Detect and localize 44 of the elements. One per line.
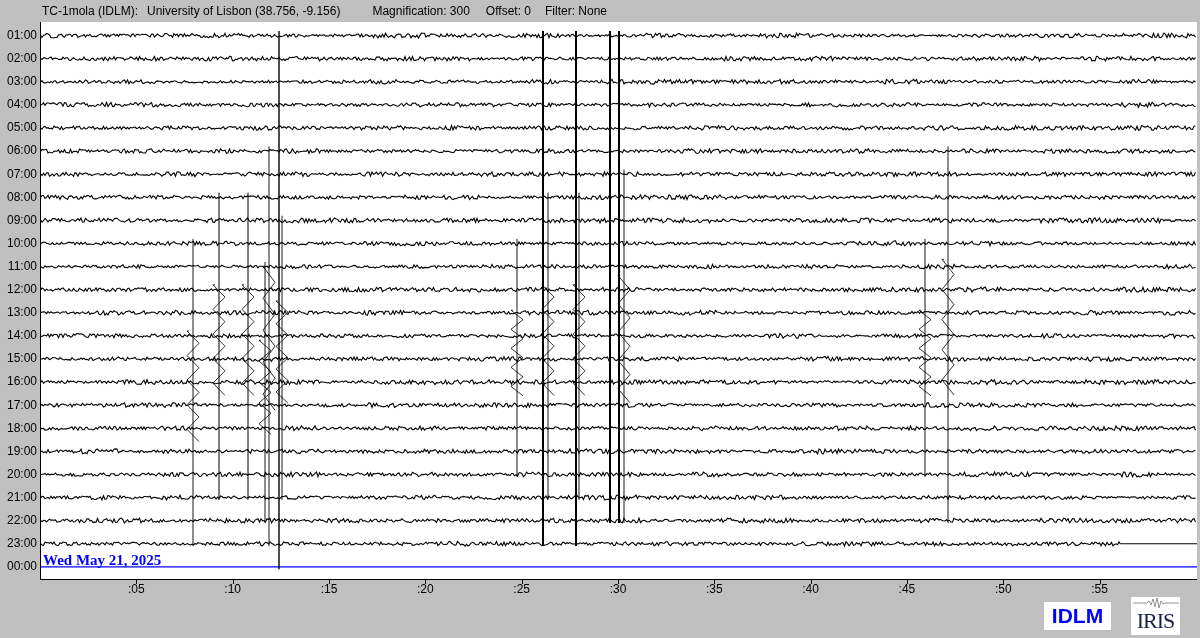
axis-tick-label: :45 [898, 582, 916, 596]
offset-label: Offset: 0 [485, 3, 531, 18]
hour-label: 21:00 [5, 488, 38, 506]
hour-label: 20:00 [5, 465, 38, 483]
axis-tick-label: :10 [224, 582, 241, 596]
hour-label: 14:00 [5, 327, 38, 345]
axis-tick-label: :30 [609, 582, 627, 596]
hour-label: 18:00 [5, 419, 38, 437]
axis-tick-label: :25 [513, 582, 530, 596]
hour-label: 12:00 [5, 281, 38, 299]
hour-label: 05:00 [5, 119, 38, 137]
hour-label: 03:00 [5, 73, 38, 91]
hour-label: 09:00 [5, 211, 38, 229]
hour-label: 19:00 [5, 442, 38, 460]
station-label: TC-1mola (IDLM): [42, 3, 138, 18]
station-logo: IDLM [1044, 602, 1111, 630]
location-label: University of Lisbon (38.756, -9.156) [147, 3, 341, 18]
hour-label: 22:00 [5, 511, 38, 529]
axis-tick-label: :55 [1091, 582, 1108, 596]
date-label: Wed May 21, 2025 [43, 552, 162, 569]
magnification-label: Magnification: 300 [372, 3, 470, 18]
axis-tick-label: :35 [705, 582, 723, 596]
axis-tick-label: :50 [994, 582, 1012, 596]
waveform-icon [1132, 597, 1179, 609]
hour-label: 11:00 [6, 257, 38, 275]
hour-label: 02:00 [5, 50, 38, 68]
hour-label: 13:00 [5, 304, 38, 322]
axis-tick-label: :20 [416, 582, 434, 596]
hour-label: 01:00 [5, 27, 38, 44]
hour-label: 23:00 [5, 535, 38, 553]
logo-text: IRIS [1136, 609, 1175, 633]
filter-label: Filter: None [545, 3, 608, 18]
axis-tick-label: :15 [320, 582, 338, 596]
hour-label: 08:00 [5, 188, 38, 206]
hour-label: 07:00 [5, 165, 38, 183]
hour-label: 15:00 [5, 350, 38, 368]
hour-label: 04:00 [5, 96, 38, 114]
axis-tick-label: :05 [128, 582, 145, 596]
axis-tick-label: :40 [802, 582, 819, 596]
hour-label: 00:00 [5, 558, 38, 576]
hour-label: 16:00 [5, 373, 38, 391]
hour-label: 10:00 [5, 234, 38, 252]
hour-label: 06:00 [5, 142, 38, 160]
hour-label: 17:00 [5, 396, 38, 414]
